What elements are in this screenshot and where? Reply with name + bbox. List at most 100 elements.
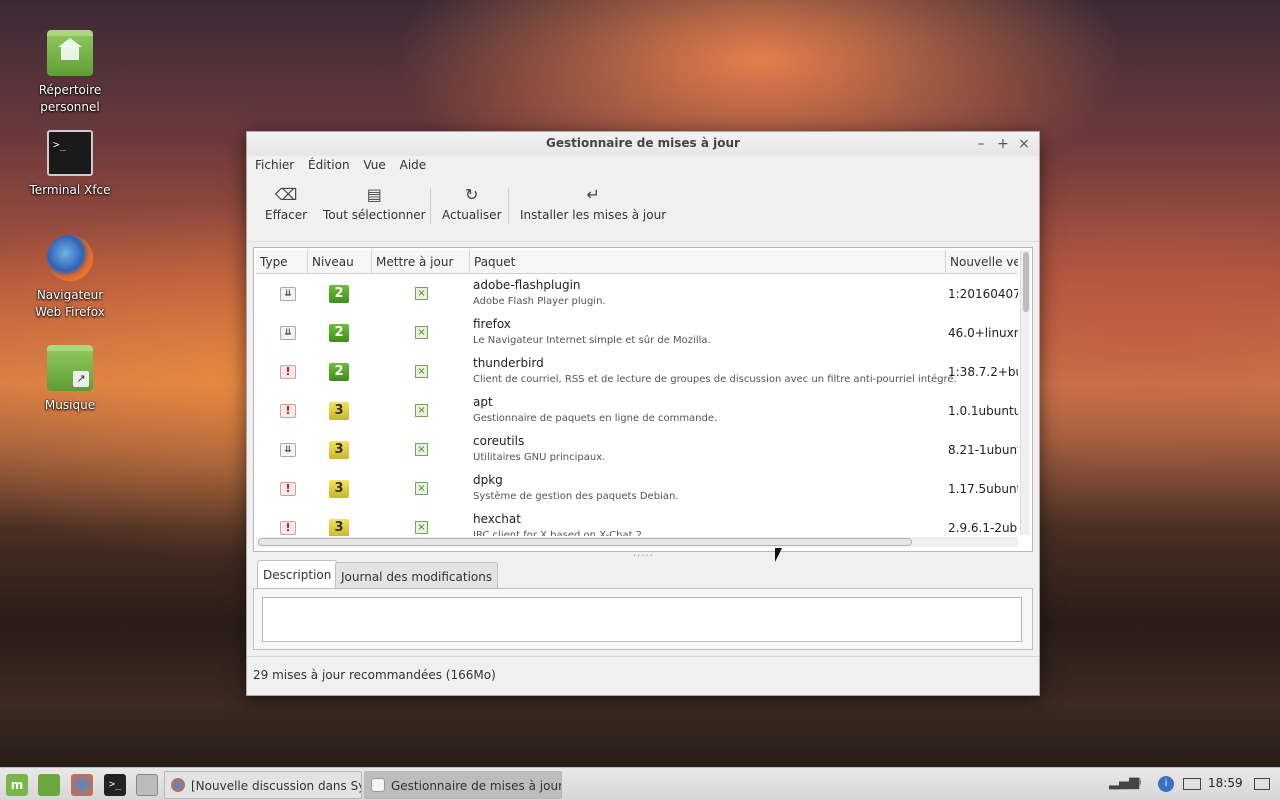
security-update-icon: ! (280, 482, 296, 496)
shield-icon (371, 778, 385, 792)
package-name: thunderbird (473, 356, 544, 370)
table-row[interactable]: ⇊ 2 × firefox Le Navigateur Internet simple … (256, 314, 1018, 353)
column-header-level[interactable]: Niveau (308, 250, 372, 274)
vertical-scrollbar[interactable] (1020, 250, 1030, 535)
package-new-version: 1:38.7.2+build1 (948, 365, 1018, 379)
select-all-button[interactable]: ▤ Tout sélectionner (323, 185, 426, 223)
window-titlebar[interactable]: Gestionnaire de mises à jour – + × (247, 132, 1039, 156)
level-badge: 2 (329, 285, 349, 303)
clear-button[interactable]: ⌫ Effacer (265, 185, 308, 223)
status-text: 29 mises à jour recommandées (166Mo) (253, 668, 496, 682)
install-label: Installer les mises à jour (520, 208, 667, 222)
firefox-icon (171, 778, 185, 792)
update-checkbox[interactable]: × (415, 482, 428, 495)
clear-icon: ⌫ (274, 185, 298, 204)
security-update-icon: ! (280, 365, 296, 379)
column-header-type[interactable]: Type (256, 250, 308, 274)
desktop-icon-home[interactable]: Répertoire personnel (20, 30, 120, 116)
battery-icon[interactable] (1183, 778, 1201, 790)
level-badge: 3 (329, 519, 349, 536)
menu-vue[interactable]: Vue (359, 156, 389, 174)
select-all-icon: ▤ (366, 185, 382, 204)
desktop-icon-label: Répertoire personnel (38, 83, 102, 114)
update-checkbox[interactable]: × (415, 521, 428, 534)
install-updates-button[interactable]: ↵ Installer les mises à jour (520, 185, 667, 223)
music-folder-icon: ↗ (47, 345, 93, 391)
mint-menu-icon[interactable]: m (6, 774, 28, 796)
table-row[interactable]: ⇊ 3 × coreutils Utilitaires GNU principaux. 8… (256, 431, 1018, 470)
install-icon: ↵ (586, 185, 600, 204)
security-update-icon: ! (280, 404, 296, 418)
volume-icon[interactable]: 🔊︎ (1133, 775, 1141, 790)
clear-label: Effacer (265, 208, 308, 222)
menu-aide[interactable]: Aide (396, 156, 431, 174)
select-all-label: Tout sélectionner (323, 208, 426, 222)
minimize-button[interactable]: – (971, 134, 991, 154)
package-new-version: 2.9.6.1-2ubuntu (948, 521, 1018, 535)
package-name: coreutils (473, 434, 525, 448)
update-shield-icon[interactable]: i (1158, 776, 1174, 792)
package-name: firefox (473, 317, 511, 331)
user-icon[interactable] (1254, 778, 1270, 790)
close-button[interactable]: × (1014, 134, 1034, 154)
table-row[interactable]: ! 3 × dpkg Système de gestion des paquets De… (256, 470, 1018, 509)
table-row[interactable]: ! 2 × thunderbird Client de courriel, RSS et… (256, 353, 1018, 392)
table-row[interactable]: ! 3 × apt Gestionnaire de paquets en ligne d… (256, 392, 1018, 431)
vertical-scroll-thumb[interactable] (1023, 252, 1029, 312)
refresh-icon: ↻ (465, 185, 479, 204)
menu-bar: Fichier Édition Vue Aide (247, 156, 1039, 178)
taskbar-task-update-manager[interactable]: Gestionnaire de mises à jour (364, 771, 562, 799)
column-header-package[interactable]: Paquet (470, 250, 946, 274)
update-manager-window: Gestionnaire de mises à jour – + × Fichi… (246, 131, 1040, 696)
clock[interactable]: 18:59 (1208, 776, 1243, 790)
mouse-cursor-icon (775, 548, 782, 562)
level-badge: 3 (329, 441, 349, 459)
package-description: Utilitaires GNU principaux. (473, 452, 606, 463)
horizontal-scrollbar[interactable] (256, 537, 1018, 547)
horizontal-scroll-thumb[interactable] (258, 538, 912, 546)
terminal-launcher-icon[interactable]: >_ (104, 774, 126, 796)
tab-description[interactable]: Description (257, 560, 338, 589)
package-description: IRC client for X based on X-Chat 2 (473, 530, 643, 536)
column-header-update[interactable]: Mettre à jour (372, 250, 470, 274)
task-label: [Nouvelle discussion dans Sy... (191, 779, 362, 793)
taskbar-task-discussion[interactable]: [Nouvelle discussion dans Sy... (164, 771, 362, 799)
toolbar: ⌫ Effacer ▤ Tout sélectionner ↻ Actualis… (247, 178, 1039, 242)
description-textbox[interactable] (262, 597, 1022, 642)
level-badge: 2 (329, 324, 349, 342)
menu-edition[interactable]: Édition (304, 156, 354, 174)
menu-fichier[interactable]: Fichier (251, 156, 298, 174)
table-row[interactable]: ! 3 × hexchat IRC client for X based on X-Ch… (256, 509, 1018, 536)
firefox-launcher-icon[interactable] (71, 774, 93, 796)
refresh-button[interactable]: ↻ Actualiser (442, 185, 502, 223)
package-new-version: 46.0+linuxmint (948, 326, 1018, 340)
update-checkbox[interactable]: × (415, 443, 428, 456)
package-description: Adobe Flash Player plugin. (473, 296, 606, 307)
package-new-version: 1.17.5ubuntu5 (948, 482, 1018, 496)
details-tabs: Description Journal des modifications (253, 560, 1033, 650)
update-checkbox[interactable]: × (415, 404, 428, 417)
desktop-icon-music[interactable]: ↗ Musique (20, 345, 120, 414)
update-checkbox[interactable]: × (415, 326, 428, 339)
desktop-icon-label: Terminal Xfce (29, 183, 111, 197)
table-row[interactable]: ⇊ 2 × adobe-flashplugin Adobe Flash Player p… (256, 275, 1018, 314)
maximize-button[interactable]: + (993, 134, 1013, 154)
files-launcher-icon[interactable] (136, 774, 158, 796)
status-bar: 29 mises à jour recommandées (166Mo) (247, 656, 1039, 696)
firefox-icon (47, 235, 93, 281)
show-desktop-icon[interactable] (38, 774, 60, 796)
update-checkbox[interactable]: × (415, 365, 428, 378)
level-badge: 3 (329, 402, 349, 420)
level-badge: 2 (329, 363, 349, 381)
table-body: ⇊ 2 × adobe-flashplugin Adobe Flash Player p… (256, 275, 1018, 536)
package-name: adobe-flashplugin (473, 278, 581, 292)
desktop-icon-terminal[interactable]: >_ Terminal Xfce (20, 130, 120, 199)
table-header: Type Niveau Mettre à jour Paquet Nouvell… (256, 250, 1018, 274)
package-update-icon: ⇊ (280, 287, 296, 301)
package-description: Client de courriel, RSS et de lecture de… (473, 374, 957, 385)
column-header-new-version[interactable]: Nouvelle version (946, 250, 1018, 274)
tab-changelog[interactable]: Journal des modifications (335, 562, 499, 589)
desktop-icon-firefox[interactable]: Navigateur Web Firefox (20, 235, 120, 321)
window-title: Gestionnaire de mises à jour (546, 136, 740, 150)
update-checkbox[interactable]: × (415, 287, 428, 300)
